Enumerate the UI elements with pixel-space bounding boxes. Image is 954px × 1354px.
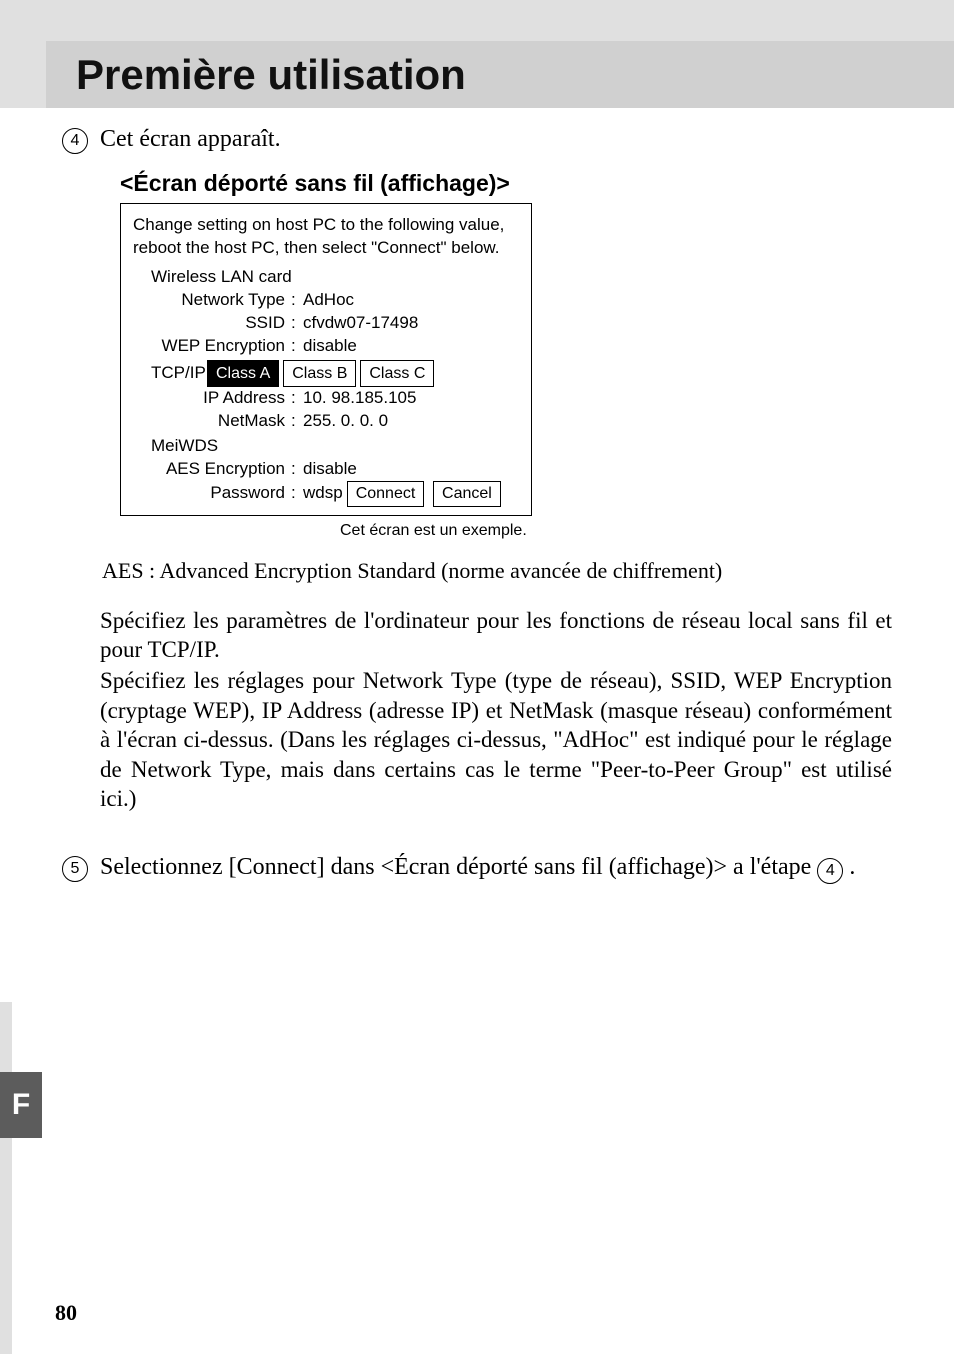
kv-sep: : — [291, 458, 303, 481]
kv-sep: : — [291, 335, 303, 358]
kv-network-type: Network Type : AdHoc — [133, 289, 521, 312]
password-label: Password — [151, 482, 291, 505]
wep-value: disable — [303, 335, 521, 358]
kv-sep: : — [291, 312, 303, 335]
ip-value: 10. 98.185.105 — [303, 387, 521, 410]
step-5: 5 Selectionnez [Connect] dans <Écran dép… — [62, 854, 892, 884]
kv-sep: : — [291, 387, 303, 410]
kv-sep: : — [291, 410, 303, 433]
cancel-button[interactable]: Cancel — [433, 481, 501, 507]
step-5-text-pre: Selectionnez [Connect] dans <Écran dépor… — [100, 854, 817, 880]
page-title: Première utilisation — [46, 51, 466, 99]
dialog-intro: Change setting on host PC to the followi… — [133, 214, 521, 260]
aes-value: disable — [303, 458, 521, 481]
step-marker-4: 4 — [62, 128, 88, 154]
page: Première utilisation F 4 Cet écran appar… — [0, 0, 954, 1354]
connect-button[interactable]: Connect — [347, 481, 425, 507]
kv-ssid: SSID : cfvdw07-17498 — [133, 312, 521, 335]
network-type-value: AdHoc — [303, 289, 521, 312]
step-marker-5: 5 — [62, 856, 88, 882]
language-tab: F — [0, 1072, 42, 1138]
side-strip — [0, 1002, 12, 1354]
class-c-button[interactable]: Class C — [360, 360, 434, 388]
aes-definition: AES : Advanced Encryption Standard (norm… — [102, 558, 892, 584]
page-number: 80 — [55, 1300, 77, 1326]
content-area: 4 Cet écran apparaît. <Écran déporté san… — [62, 120, 892, 884]
wireless-dialog: Change setting on host PC to the followi… — [120, 203, 532, 516]
example-note: Cet écran est un exemple. — [340, 522, 892, 540]
class-b-button[interactable]: Class B — [283, 360, 356, 388]
network-type-label: Network Type — [151, 289, 291, 312]
ip-label: IP Address — [151, 387, 291, 410]
password-value: wdsp — [303, 482, 343, 505]
aes-label: AES Encryption — [151, 458, 291, 481]
dialog-subheading: <Écran déporté sans fil (affichage)> — [120, 170, 892, 197]
kv-ip: IP Address : 10. 98.185.105 — [133, 387, 521, 410]
tcpip-row: TCP/IP Class A Class B Class C — [133, 360, 521, 388]
step-4-text: Cet écran apparaît. — [100, 126, 281, 152]
wlan-heading: Wireless LAN card — [133, 266, 521, 289]
wep-label: WEP Encryption — [151, 335, 291, 358]
class-a-button[interactable]: Class A — [207, 360, 279, 388]
netmask-value: 255. 0. 0. 0 — [303, 410, 521, 433]
meiwds-heading: MeiWDS — [133, 435, 521, 458]
kv-sep: : — [291, 482, 303, 505]
ssid-value: cfvdw07-17498 — [303, 312, 521, 335]
step-ref-4: 4 — [817, 858, 843, 884]
header-banner: Première utilisation — [46, 41, 954, 108]
language-tab-label: F — [12, 1088, 30, 1122]
ssid-label: SSID — [151, 312, 291, 335]
step-4: 4 Cet écran apparaît. <Écran déporté san… — [62, 126, 892, 814]
paragraph-2: Spécifiez les réglages pour Network Type… — [100, 666, 892, 813]
netmask-label: NetMask — [151, 410, 291, 433]
step-5-text-post: . — [849, 854, 855, 880]
tcpip-label: TCP/IP — [133, 362, 203, 385]
kv-netmask: NetMask : 255. 0. 0. 0 — [133, 410, 521, 433]
kv-aes: AES Encryption : disable — [133, 458, 521, 481]
kv-sep: : — [291, 289, 303, 312]
kv-wep: WEP Encryption : disable — [133, 335, 521, 358]
kv-password: Password : wdsp Connect Cancel — [133, 481, 521, 507]
paragraph-1: Spécifiez les paramètres de l'ordinateur… — [100, 606, 892, 665]
